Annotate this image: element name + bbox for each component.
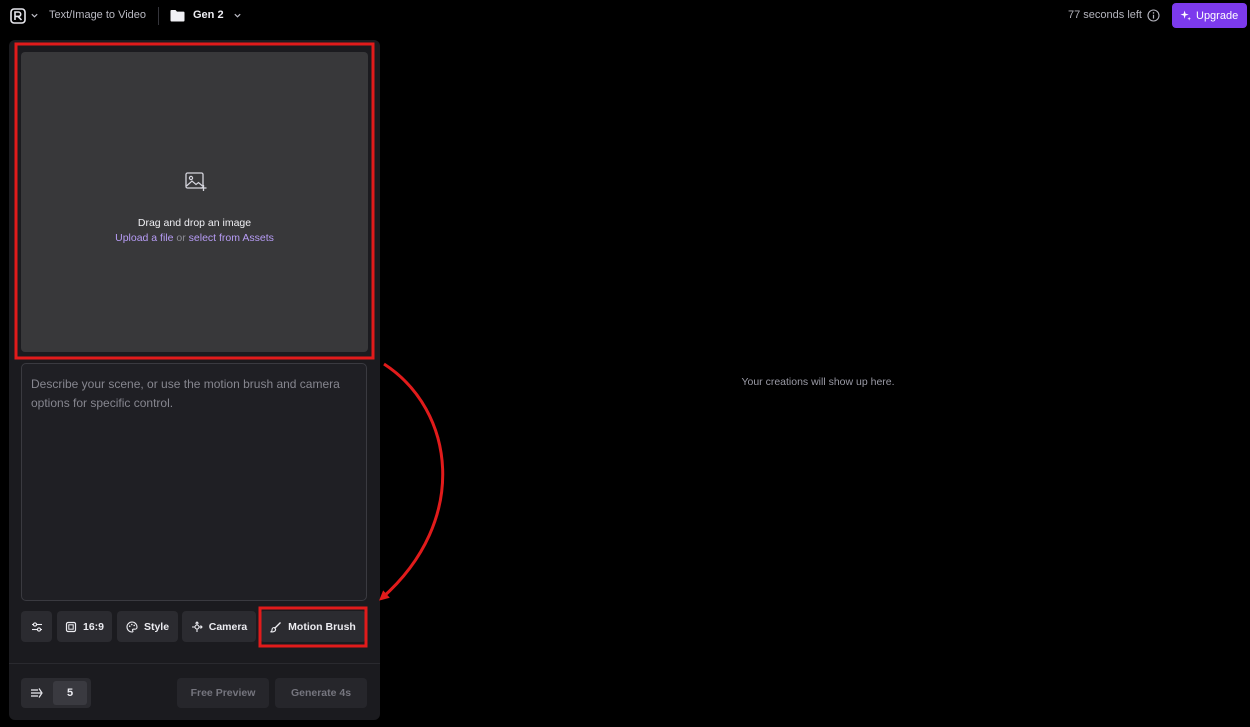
app-title[interactable]: Text/Image to Video — [49, 9, 146, 21]
generation-panel: Drag and drop an image Upload a file or … — [9, 40, 380, 720]
panel-divider — [9, 663, 380, 664]
header-divider — [158, 7, 159, 25]
motion-brush-label: Motion Brush — [288, 620, 356, 633]
image-upload-icon — [185, 172, 207, 191]
aspect-ratio-label: 16:9 — [82, 620, 104, 633]
top-bar: Text/Image to Video Gen 2 77 seconds lef… — [0, 0, 1250, 32]
upgrade-button[interactable]: Upgrade — [1172, 3, 1247, 28]
count-value[interactable]: 5 — [53, 681, 87, 705]
dropzone-title: Drag and drop an image — [137, 217, 252, 229]
aspect-ratio-button[interactable]: 16:9 — [57, 611, 112, 642]
upload-file-link[interactable]: Upload a file — [115, 232, 173, 244]
camera-label: Camera — [208, 620, 248, 633]
brush-icon — [270, 621, 282, 632]
aspect-ratio-icon — [65, 621, 77, 632]
camera-button[interactable]: Camera — [182, 611, 256, 642]
chevron-down-icon[interactable] — [30, 11, 39, 20]
credits-remaining: 77 seconds left — [1068, 9, 1142, 21]
runway-logo-icon[interactable] — [10, 8, 26, 24]
chevron-down-icon[interactable] — [233, 11, 242, 20]
video-count-control[interactable]: 5 — [21, 678, 91, 708]
speed-icon — [31, 688, 43, 698]
folder-icon — [170, 10, 185, 22]
generate-button[interactable]: Generate 4s — [275, 678, 367, 708]
motion-brush-button[interactable]: Motion Brush — [260, 611, 366, 642]
prompt-textarea[interactable]: Describe your scene, or use the motion b… — [21, 363, 367, 601]
settings-button[interactable] — [21, 611, 52, 642]
dropzone-subtitle: Upload a file or select from Assets — [21, 232, 368, 244]
prompt-placeholder: Describe your scene, or use the motion b… — [31, 377, 340, 410]
select-assets-link[interactable]: select from Assets — [189, 232, 274, 244]
palette-icon — [126, 620, 138, 633]
style-button[interactable]: Style — [117, 611, 178, 642]
free-preview-button[interactable]: Free Preview — [177, 678, 269, 708]
info-icon[interactable] — [1147, 9, 1160, 22]
empty-state-message: Your creations will show up here. — [741, 376, 895, 388]
annotation-arrow — [379, 362, 445, 601]
style-label: Style — [143, 620, 170, 633]
sparkle-icon — [1180, 10, 1191, 21]
folder-name[interactable]: Gen 2 — [193, 9, 224, 21]
image-dropzone[interactable]: Drag and drop an image Upload a file or … — [21, 52, 368, 352]
dropzone-or-text: or — [176, 232, 186, 244]
camera-move-icon — [191, 620, 203, 632]
upgrade-label: Upgrade — [1196, 9, 1239, 22]
sliders-icon — [31, 621, 42, 632]
